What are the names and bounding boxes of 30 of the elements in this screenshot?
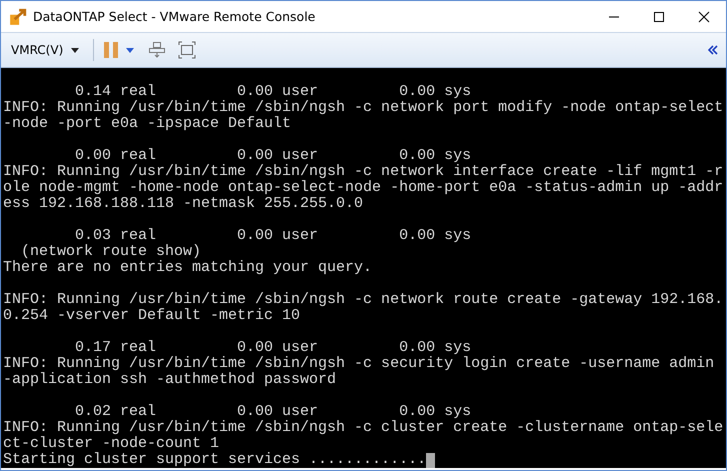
console-line: 0.17 real 0.00 user 0.00 sys: [74, 340, 472, 356]
fullscreen-icon[interactable]: [178, 41, 196, 59]
app-logo-icon: [9, 8, 27, 26]
console-line: INFO: Running /usr/bin/time /sbin/ngsh -c cluster create -clustername ontap-sele: [3, 420, 724, 436]
network-icon[interactable]: [148, 41, 166, 59]
console-line: -application ssh -authmethod password: [3, 372, 336, 388]
console-line: 0.00 real 0.00 user 0.00 sys: [74, 148, 472, 164]
console-line: ole node-mgmt -home-node ontap-select-node -home-port e0a -status-admin up -addr: [3, 180, 724, 196]
collapse-icon[interactable]: [708, 45, 718, 55]
console-line: -node -port e0a -ipspace Default: [3, 116, 292, 132]
caret-icon: [71, 48, 80, 52]
console-screen[interactable]: [1, 68, 726, 468]
maximize-icon[interactable]: [653, 10, 665, 22]
window-title: DataONTAP Select - VMware Remote Console: [33, 9, 316, 24]
caret-icon[interactable]: [126, 48, 134, 52]
console-line: INFO: Running /usr/bin/time /sbin/ngsh -c network route create -gateway 192.168.: [3, 292, 724, 308]
console-line: 0.254 -vserver Default -metric 10: [3, 308, 300, 324]
console-line: INFO: Running /usr/bin/time /sbin/ngsh -c security login create -username admin: [3, 356, 714, 372]
vmrc-menu-button[interactable]: VMRC(V): [7, 41, 84, 59]
console-line: ess 192.168.188.118 -netmask 255.255.0.0: [3, 196, 364, 212]
console-line: (network route show): [20, 244, 202, 260]
console-line: INFO: Running /usr/bin/time /sbin/ngsh -c network port modify -node ontap-select: [3, 100, 724, 116]
console-line: ct-cluster -node-count 1: [3, 436, 220, 452]
console-line: Starting cluster support services .............: [3, 452, 426, 468]
console-line: 0.02 real 0.00 user 0.00 sys: [74, 404, 472, 420]
close-icon[interactable]: [698, 10, 710, 22]
console-line: There are no entries matching your query.: [3, 260, 372, 276]
console-line: 0.03 real 0.00 user 0.00 sys: [74, 228, 472, 244]
console-line: INFO: Running /usr/bin/time /sbin/ngsh -c network interface create -lif mgmt1 -r: [3, 164, 724, 180]
console-line: 0.14 real 0.00 user 0.00 sys: [74, 84, 472, 100]
